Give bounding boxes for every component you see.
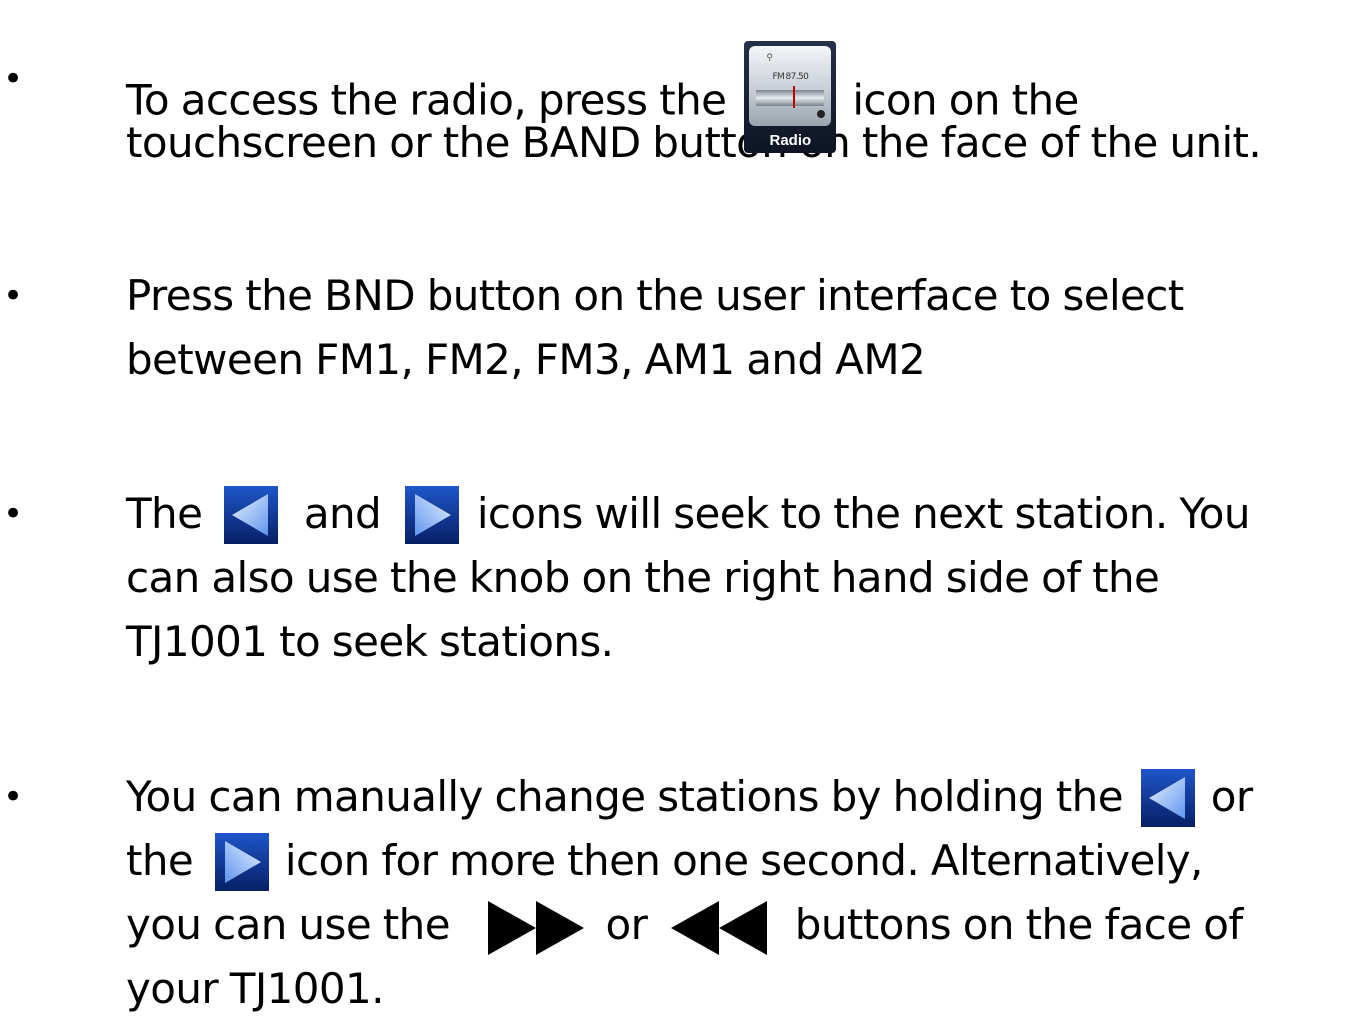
bullet-text-segment: the xyxy=(126,836,194,885)
bullet-symbol: • xyxy=(3,494,24,534)
bullet-symbol: • xyxy=(3,777,24,817)
bullet-text-segment: You can manually change stations by hold… xyxy=(126,772,1124,821)
bullet-text: Press the BND button on the user interfa… xyxy=(126,264,1351,392)
bullet-text-segment: your TJ1001. xyxy=(126,964,384,1013)
bullet-symbol: • xyxy=(3,59,24,99)
bullet-symbol: • xyxy=(3,276,24,316)
bullet-text-segment: you can use the xyxy=(126,900,451,949)
rewind-icon xyxy=(669,897,769,959)
bullet-text-segment: or xyxy=(605,900,648,949)
fast-forward-icon xyxy=(486,897,586,959)
bullet-text-segment: between FM1, FM2, FM3, AM1 and AM2 xyxy=(126,335,926,384)
bullet-text-segment: Press the BND button on the user interfa… xyxy=(126,271,1184,320)
bullet-text-segment: or xyxy=(1210,772,1253,821)
seek-forward-arrow-icon xyxy=(214,832,269,891)
radio-frequency-label: FM 87.50 xyxy=(772,72,809,82)
seek-forward-arrow-icon xyxy=(404,485,459,544)
bullet-text-segment: can also use the knob on the right hand … xyxy=(126,553,1160,602)
bullet-text-segment: touchscreen or the BAND button on the fa… xyxy=(126,118,1262,167)
bullet-text-segment: icon for more then one second. Alternati… xyxy=(284,836,1203,885)
seek-back-arrow-icon xyxy=(1140,768,1195,827)
antenna-icon: ⚲ xyxy=(766,53,773,63)
bullet-text-segment: The xyxy=(126,489,203,538)
radio-icon-label: Radio xyxy=(769,132,812,149)
seek-back-arrow-icon xyxy=(224,485,279,544)
radio-app-icon: ⚲ FM 87.50 Radio xyxy=(744,41,837,153)
bullet-text: You can manually change stations by hold… xyxy=(126,765,1351,1021)
bullet-text: To access the radio, press the ⚲ FM 87.5… xyxy=(126,41,1351,175)
bullet-text-segment: icons will seek to the next station. You xyxy=(476,489,1251,538)
bullet-text-segment: and xyxy=(303,489,382,538)
bullet-text-segment: TJ1001 to seek stations. xyxy=(126,617,614,666)
bullet-text: The and icons will seek to the next stat… xyxy=(126,482,1351,674)
bullet-text-segment: buttons on the face of xyxy=(794,900,1243,949)
